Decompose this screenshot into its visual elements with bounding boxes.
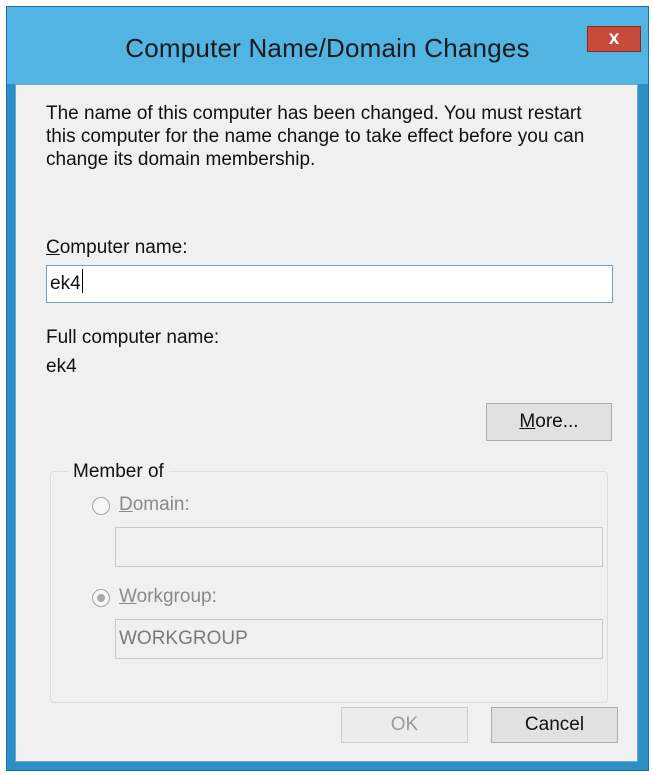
- workgroup-label-accel: W: [119, 586, 137, 607]
- intro-message: The name of this computer has been chang…: [46, 103, 585, 170]
- dialog-body: The name of this computer has been chang…: [15, 84, 638, 762]
- close-button[interactable]: x: [587, 26, 641, 52]
- computer-name-value: ek4: [50, 273, 81, 294]
- computer-name-label: Computer name:: [46, 237, 188, 259]
- domain-radio[interactable]: [92, 497, 110, 515]
- radio-selected-dot: [97, 594, 105, 602]
- domain-label-accel: D: [119, 494, 133, 515]
- more-button-accel: M: [519, 411, 536, 432]
- full-computer-name-value: ek4: [46, 356, 77, 377]
- domain-label-text: omain:: [132, 494, 190, 515]
- workgroup-input[interactable]: WORKGROUP: [115, 619, 603, 659]
- text-caret: [81, 269, 83, 293]
- member-of-legend: Member of: [68, 461, 169, 483]
- cancel-button[interactable]: Cancel: [491, 707, 618, 743]
- more-button[interactable]: More...: [486, 403, 612, 441]
- title-bar[interactable]: Computer Name/Domain Changes x: [7, 7, 648, 84]
- close-icon: x: [608, 28, 620, 49]
- domain-label: Domain:: [119, 494, 190, 516]
- workgroup-label-text: orkgroup:: [136, 586, 217, 607]
- full-computer-name-label: Full computer name:: [46, 327, 220, 348]
- computer-name-label-accel: C: [46, 237, 60, 258]
- dialog-window: Computer Name/Domain Changes x The name …: [6, 6, 649, 771]
- computer-name-label-text: omputer name:: [59, 237, 188, 258]
- computer-name-input[interactable]: ek4: [46, 265, 613, 303]
- domain-input[interactable]: [115, 527, 603, 567]
- workgroup-radio[interactable]: [92, 589, 110, 607]
- workgroup-label: Workgroup:: [119, 586, 217, 608]
- more-button-label: ore...: [535, 411, 579, 432]
- dialog-title: Computer Name/Domain Changes: [125, 33, 530, 63]
- ok-button[interactable]: OK: [341, 707, 468, 743]
